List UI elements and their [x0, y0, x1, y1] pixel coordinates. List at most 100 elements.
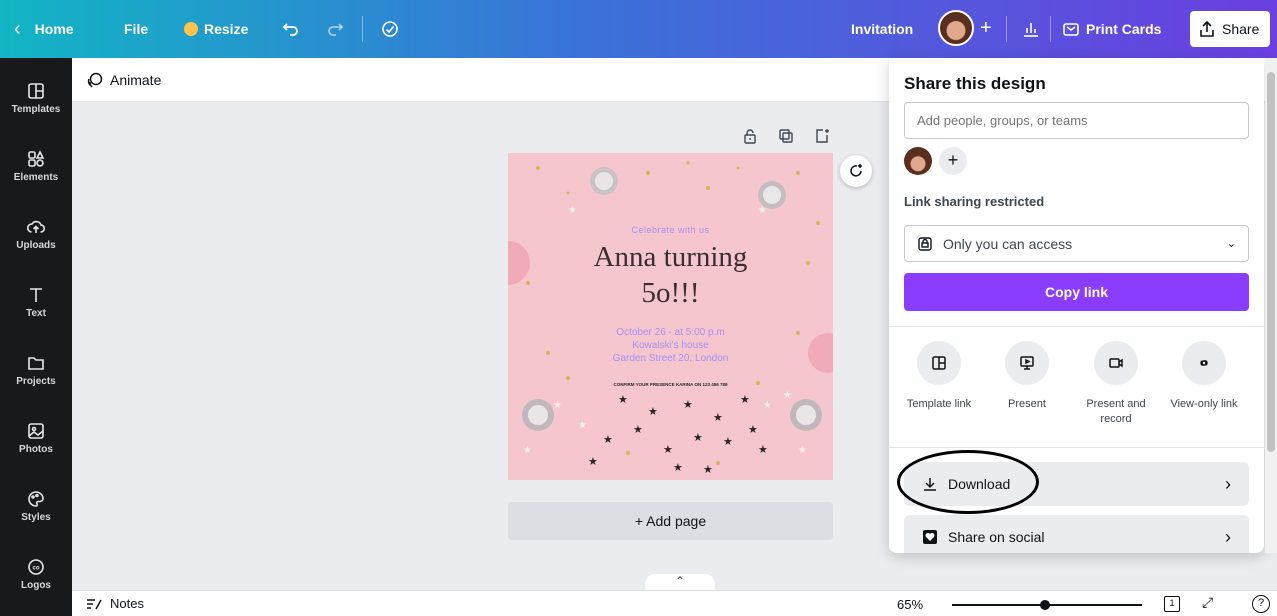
- magic-button[interactable]: [840, 155, 872, 187]
- design-page[interactable]: ★ ★ ★ ★ ★ ★ ★ ★ ★ ★ ★ ★ ★ ★ ★ ★ ★ ★ ★ ★ ★ ★ ★ Celebrate w…: [508, 153, 833, 480]
- heart-icon: [923, 530, 937, 544]
- add-collaborator-button[interactable]: +: [939, 147, 967, 175]
- add-people-input[interactable]: [904, 102, 1249, 139]
- zoom-slider[interactable]: [952, 600, 1142, 610]
- svg-text:★: ★: [523, 445, 532, 456]
- divider: [889, 326, 1264, 327]
- add-page-icon[interactable]: [814, 128, 830, 144]
- notes-icon: [87, 598, 102, 609]
- sidebar-item-elements[interactable]: Elements: [0, 136, 72, 196]
- confetti-decoration: ★★★★ ★★★★ ★ ★★★ ★ ★★ ★★★★ ★ ★★ ★: [508, 161, 833, 476]
- logo-icon: co: [28, 559, 44, 575]
- scrollbar-thumb[interactable]: [1267, 72, 1275, 452]
- text-icon: [30, 288, 42, 302]
- zoom-slider-handle[interactable]: [1040, 600, 1050, 610]
- lock-icon[interactable]: [742, 128, 758, 144]
- print-icon: [1063, 23, 1079, 36]
- home-button[interactable]: ‹ Home: [14, 12, 74, 46]
- svg-text:co: co: [32, 566, 39, 572]
- sidebar-item-logos[interactable]: co Logos: [0, 544, 72, 604]
- add-page-button[interactable]: + Add page: [508, 502, 833, 540]
- svg-text:★: ★: [663, 443, 673, 456]
- design-confirm-text: CONFIRM YOUR PRESENCE KARINA ON 123 456 …: [613, 382, 728, 387]
- sidebar-item-templates[interactable]: Templates: [0, 68, 72, 128]
- share-on-social-button[interactable]: Share on social ›: [904, 515, 1249, 553]
- svg-text:★: ★: [713, 411, 723, 424]
- zoom-level[interactable]: 65%: [897, 597, 923, 612]
- image-icon: [28, 423, 44, 439]
- bottom-bar: Notes 65% 1 ⤢ ?: [72, 590, 1277, 616]
- crown-icon: [184, 22, 198, 36]
- notes-button[interactable]: Notes: [86, 596, 144, 611]
- lock-icon: [918, 236, 932, 251]
- template-icon: [28, 83, 44, 99]
- collaborators[interactable]: +: [938, 10, 992, 46]
- page-actions: [742, 128, 830, 144]
- annotation-circle: [897, 450, 1039, 514]
- svg-text:★: ★: [758, 443, 768, 456]
- insights-button[interactable]: [1022, 12, 1040, 46]
- avatar: [938, 10, 974, 46]
- upload-cloud-icon: [26, 220, 46, 233]
- svg-text:★: ★: [763, 400, 772, 411]
- svg-text:★: ★: [748, 423, 758, 436]
- template-link-option[interactable]: Template link: [899, 341, 979, 412]
- svg-text:★: ★: [673, 461, 683, 474]
- print-cards-button[interactable]: Print Cards: [1062, 12, 1161, 46]
- access-dropdown[interactable]: Only you can access ⌄: [904, 225, 1249, 262]
- template-icon: [932, 356, 946, 370]
- sidebar-item-styles[interactable]: Styles: [0, 476, 72, 536]
- save-status-button[interactable]: [380, 12, 400, 46]
- present-and-record-option[interactable]: Present and record: [1076, 341, 1156, 427]
- chevron-down-icon: ⌄: [1226, 238, 1236, 250]
- sidebar-item-uploads[interactable]: Uploads: [0, 204, 72, 264]
- resize-button[interactable]: Resize: [184, 12, 248, 46]
- record-icon: [1109, 358, 1123, 368]
- document-title[interactable]: Invitation: [851, 12, 913, 46]
- palette-icon: [28, 491, 44, 507]
- sidebar-item-photos[interactable]: Photos: [0, 408, 72, 468]
- sidebar-item-projects[interactable]: Projects: [0, 340, 72, 400]
- file-menu[interactable]: File: [124, 12, 148, 46]
- share-icon: [1200, 20, 1214, 37]
- design-title-line1: Anna turning: [593, 241, 748, 273]
- design-title-line2: 5o!!!: [641, 277, 700, 309]
- shapes-icon: [28, 150, 45, 167]
- help-button[interactable]: ?: [1252, 595, 1270, 613]
- chevron-left-icon: ‹: [14, 17, 21, 40]
- fullscreen-icon[interactable]: ⤢: [1202, 594, 1213, 611]
- sidebar-item-text[interactable]: Text: [0, 272, 72, 332]
- svg-text:★: ★: [798, 445, 807, 456]
- collapse-pages-handle[interactable]: ⌃: [645, 574, 715, 590]
- copy-link-button[interactable]: Copy link: [904, 273, 1249, 311]
- svg-text:★: ★: [758, 205, 767, 216]
- design-detail-date: October 26 - at 5:00 p.m: [616, 327, 725, 338]
- animate-button[interactable]: Animate: [86, 71, 161, 89]
- redo-button[interactable]: [326, 12, 344, 46]
- animate-icon: [87, 72, 103, 88]
- link-sharing-label: Link sharing restricted: [904, 194, 1045, 209]
- sidebar: Templates Elements Uploads Text Projects…: [0, 58, 72, 616]
- svg-text:★: ★: [703, 463, 713, 476]
- link-icon: [1200, 360, 1208, 366]
- duplicate-icon[interactable]: [778, 128, 794, 144]
- page-count-button[interactable]: 1: [1164, 596, 1180, 612]
- view-only-link-option[interactable]: View-only link: [1164, 341, 1244, 412]
- svg-text:★: ★: [648, 405, 658, 418]
- svg-text:★: ★: [618, 393, 628, 406]
- undo-button[interactable]: [282, 12, 300, 46]
- svg-text:★: ★: [553, 400, 562, 411]
- design-detail-place: Kowalski's house: [632, 340, 709, 351]
- design-subtitle: Celebrate with us: [631, 225, 710, 235]
- share-panel: Share this design + Link sharing restric…: [889, 58, 1264, 553]
- svg-text:★: ★: [783, 390, 792, 401]
- design-detail-address: Garden Street 20, London: [612, 353, 729, 364]
- divider: [362, 16, 363, 42]
- svg-text:★: ★: [740, 393, 750, 406]
- refresh-icon: [850, 164, 862, 177]
- present-option[interactable]: Present: [987, 341, 1067, 412]
- svg-text:★: ★: [723, 435, 733, 448]
- redo-icon: [328, 23, 344, 36]
- panel-scrollbar[interactable]: [1265, 58, 1277, 553]
- share-button[interactable]: Share: [1190, 11, 1270, 47]
